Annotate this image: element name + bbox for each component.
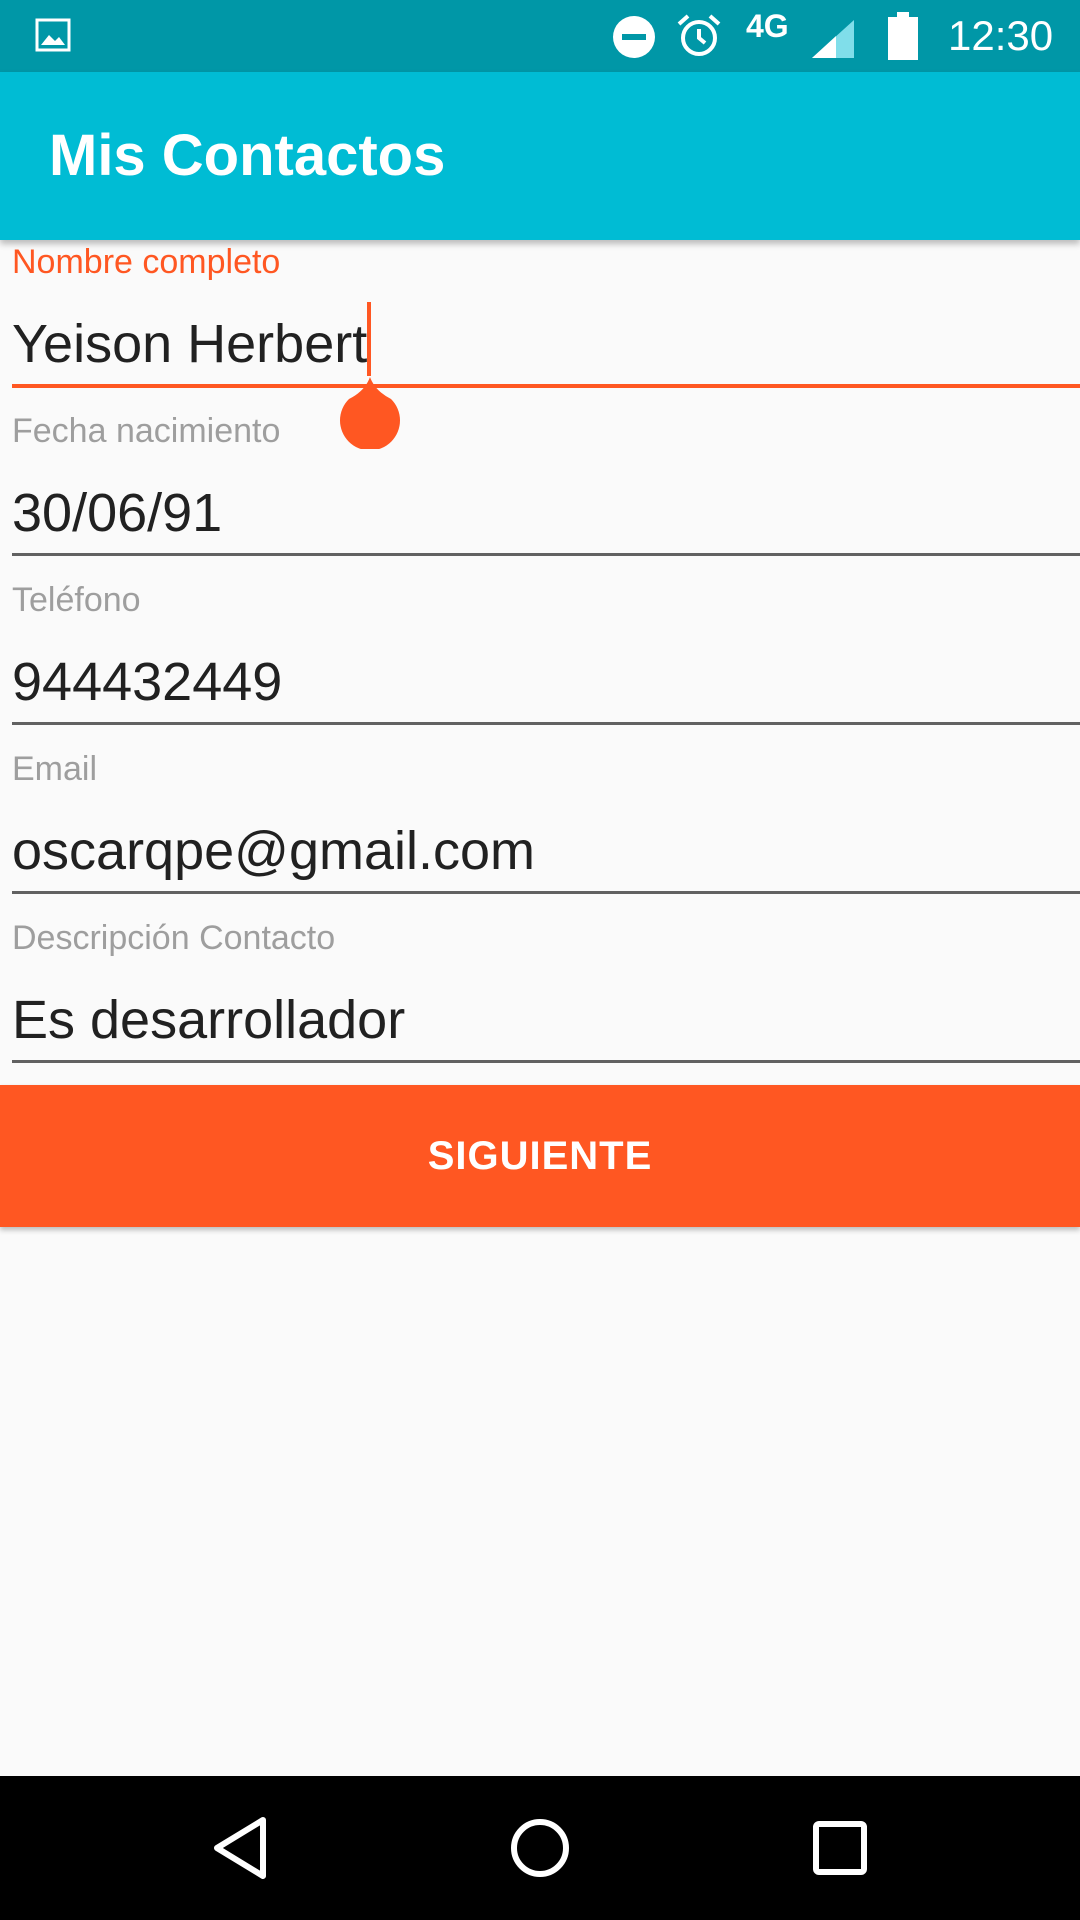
birth-date-underline [12, 553, 1080, 556]
do-not-disturb-icon [613, 16, 655, 58]
navigation-bar [0, 1776, 1080, 1920]
battery-icon [888, 12, 918, 60]
description-underline [12, 1060, 1080, 1063]
app-title: Mis Contactos [49, 123, 446, 188]
app-bar: Mis Contactos [0, 72, 1080, 240]
clock: 12:30 [948, 12, 1054, 59]
description-label: Descripción Contacto [12, 919, 336, 957]
birth-date-label: Fecha nacimiento [12, 412, 281, 450]
home-icon[interactable] [498, 1806, 582, 1890]
description-input[interactable]: Es desarrollador [12, 988, 405, 1052]
phone-underline [12, 722, 1080, 725]
cursor-handle[interactable] [339, 377, 401, 449]
network-type: 4G [746, 8, 789, 44]
status-bar: 4G 12:30 [0, 0, 1080, 72]
full-name-field[interactable]: Nombre completo Yeison Herbert [12, 242, 1080, 410]
full-name-input[interactable]: Yeison Herbert [12, 312, 367, 376]
email-input[interactable]: oscarqpe@gmail.com [12, 819, 535, 883]
phone-field[interactable]: Teléfono 944432449 [12, 580, 1080, 748]
phone-label: Teléfono [12, 581, 141, 619]
email-underline [12, 891, 1080, 894]
alarm-icon [677, 14, 721, 56]
text-cursor [367, 302, 371, 376]
next-button[interactable]: SIGUIENTE [0, 1085, 1080, 1227]
gallery-icon [35, 18, 71, 52]
signal-icon [812, 20, 854, 58]
back-icon[interactable] [199, 1806, 283, 1890]
birth-date-input[interactable]: 30/06/91 [12, 481, 222, 545]
description-field[interactable]: Descripción Contacto Es desarrollador [12, 918, 1080, 1086]
email-label: Email [12, 750, 98, 788]
full-name-label: Nombre completo [12, 243, 281, 281]
email-field[interactable]: Email oscarqpe@gmail.com [12, 749, 1080, 917]
birth-date-field[interactable]: Fecha nacimiento 30/06/91 [12, 411, 1080, 579]
recents-icon[interactable] [798, 1806, 882, 1890]
phone-input[interactable]: 944432449 [12, 650, 282, 714]
full-name-underline [12, 384, 1080, 388]
